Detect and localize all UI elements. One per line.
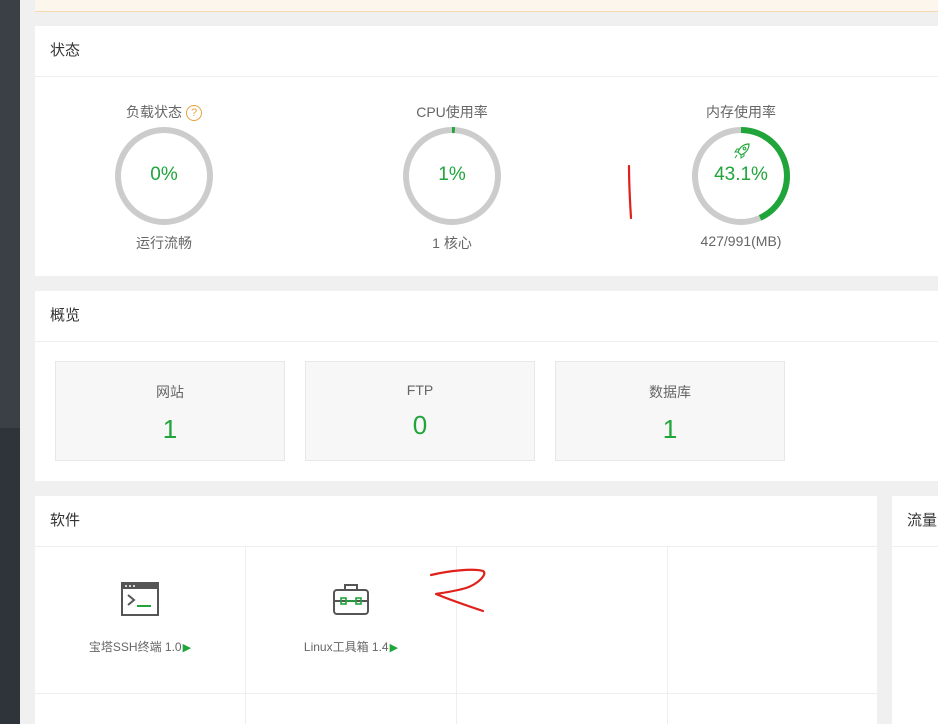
sidebar <box>0 0 20 724</box>
cpu-label: CPU使用率 <box>416 104 488 120</box>
red-annotation-2 <box>429 568 486 613</box>
card-value: 1 <box>662 414 678 444</box>
play-arrow-icon[interactable]: ▶ <box>390 642 398 654</box>
play-arrow-icon[interactable]: ▶ <box>183 642 191 654</box>
memory-sub: 427/991(MB) <box>700 233 782 249</box>
cpu-value: 1% <box>438 164 466 185</box>
card-value: 1 <box>162 414 178 444</box>
software-name: 宝塔SSH终端 1.0 <box>88 640 182 654</box>
overview-title: 概览 <box>35 291 938 342</box>
software-title: 软件 <box>35 496 877 547</box>
software-slot-empty <box>457 694 668 724</box>
card-value: 0 <box>412 410 428 440</box>
software-slot-empty <box>668 694 877 724</box>
traffic-title: 流量 <box>892 496 938 547</box>
memory-label: 内存使用率 <box>706 104 776 120</box>
memory-value: 43.1% <box>714 164 768 185</box>
cpu-sub: 1 核心 <box>432 235 472 251</box>
help-icon[interactable]: ? <box>186 105 202 121</box>
overview-card-database[interactable]: 数据库 1 <box>555 361 785 461</box>
software-item-ssh[interactable]: 宝塔SSH终端 1.0▶ <box>35 546 246 694</box>
software-slot-empty <box>246 694 457 724</box>
overview-panel: 概览 网站 1 FTP 0 数据库 1 <box>35 291 938 481</box>
card-label: FTP <box>406 382 434 398</box>
software-slot-empty <box>35 694 246 724</box>
card-label: 网站 <box>156 384 184 400</box>
software-slot-empty <box>668 546 877 694</box>
status-title: 状态 <box>35 26 938 77</box>
toolbox-icon <box>333 584 369 615</box>
load-label: 负载状态 <box>126 104 182 120</box>
terminal-icon <box>121 582 159 616</box>
software-item-toolbox[interactable]: Linux工具箱 1.4▶ <box>246 546 457 694</box>
status-panel: 状态 负载状态? 0% 运行流畅 CPU使用率 1% 1 核心 内存使用率 43… <box>35 26 938 276</box>
software-name: Linux工具箱 1.4 <box>303 640 389 654</box>
load-value: 0% <box>150 164 178 185</box>
card-label: 数据库 <box>649 384 691 400</box>
rocket-icon[interactable] <box>733 142 751 160</box>
red-annotation-1 <box>627 164 633 220</box>
overview-card-ftp[interactable]: FTP 0 <box>305 361 535 461</box>
load-sub: 运行流畅 <box>136 235 192 251</box>
traffic-panel: 流量 <box>892 496 938 724</box>
overview-card-sites[interactable]: 网站 1 <box>55 361 285 461</box>
notice-bar <box>35 0 938 12</box>
